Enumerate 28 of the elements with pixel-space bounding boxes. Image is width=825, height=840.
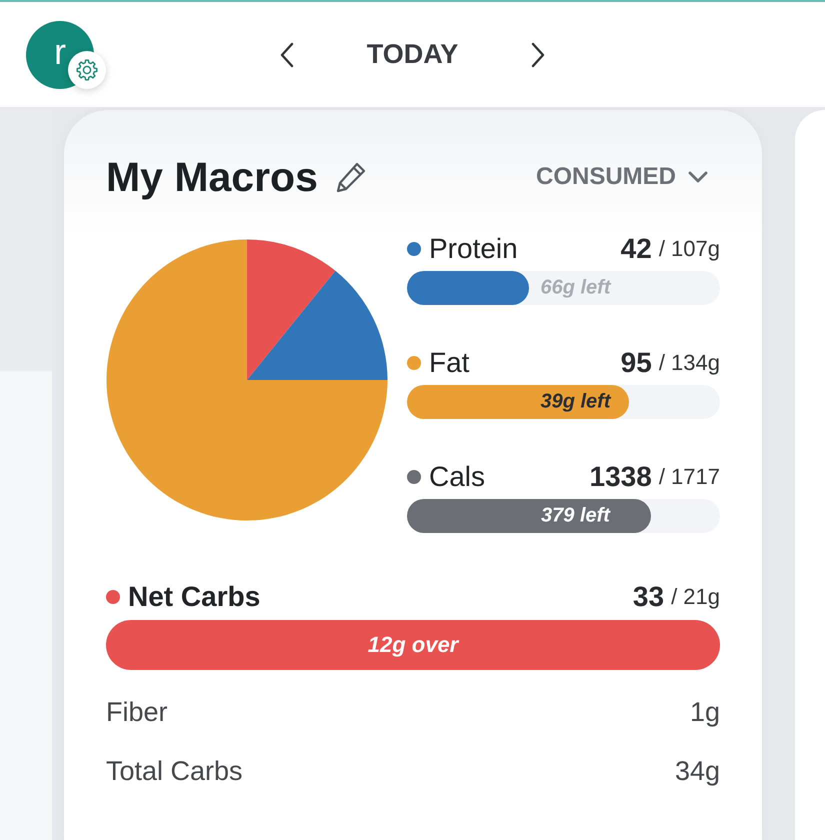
macro-goal: / 1717 xyxy=(658,464,720,490)
pencil-icon xyxy=(334,161,367,193)
chevron-left-icon xyxy=(280,42,294,68)
detail-label: Fiber xyxy=(106,696,168,728)
detail-label: Total Carbs xyxy=(106,756,243,786)
macro-amount: 42 xyxy=(620,233,652,265)
macro-name: Fat xyxy=(429,347,470,379)
settings-icon[interactable] xyxy=(68,50,106,88)
bar-label: 39g left xyxy=(540,390,611,414)
macro-amount: 1338 xyxy=(590,461,652,493)
macro-goal: / 21g xyxy=(671,584,720,610)
chevron-down-icon xyxy=(688,171,708,183)
chevron-right-icon xyxy=(531,42,546,68)
view-dropdown[interactable]: CONSUMED xyxy=(536,163,708,191)
bar-label: 12g over xyxy=(368,632,458,658)
macro-name: Cals xyxy=(429,461,486,493)
macro-name: Net Carbs xyxy=(128,581,260,613)
bar-label: 379 left xyxy=(541,504,610,528)
macro-goal: / 134g xyxy=(658,350,720,376)
macro-amount: 33 xyxy=(632,581,664,613)
macro-amount: 95 xyxy=(620,347,652,379)
macro-name: Protein xyxy=(429,233,518,265)
detail-value: 34g xyxy=(674,756,720,786)
detail-value: 1g xyxy=(690,696,720,728)
date-title: TODAY xyxy=(366,39,458,70)
card-title: My Macros xyxy=(106,154,318,200)
bar-label: 66g left xyxy=(540,276,611,300)
macro-goal: / 107g xyxy=(658,236,720,262)
